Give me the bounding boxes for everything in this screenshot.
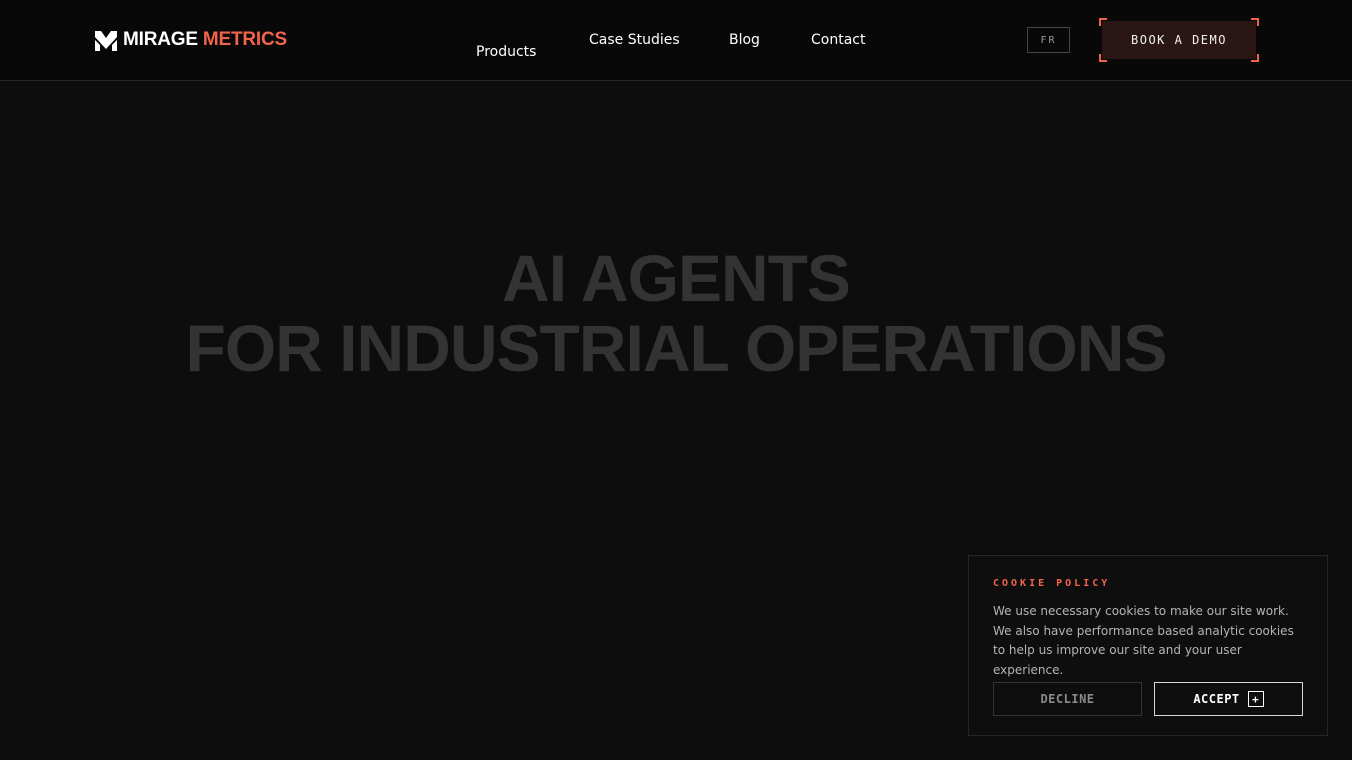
page: MIRAGE METRICS Products Case Studies Blo…: [0, 0, 1352, 760]
logo-link[interactable]: MIRAGE METRICS: [95, 28, 287, 52]
plus-icon: +: [1247, 691, 1264, 707]
hero-title-line-1: AI AGENTS: [502, 241, 851, 315]
cookie-banner-title: COOKIE POLICY: [993, 578, 1111, 589]
book-demo-button[interactable]: BOOK A DEMO: [1102, 21, 1256, 59]
book-demo-frame: BOOK A DEMO: [1099, 18, 1259, 62]
logo-word-metrics: METRICS: [202, 29, 288, 50]
accept-cookies-button[interactable]: ACCEPT +: [1154, 682, 1303, 716]
nav-products[interactable]: Products: [476, 44, 536, 60]
language-switch-button[interactable]: FR: [1027, 27, 1070, 53]
hero-title: AI AGENTS FOR INDUSTRIAL OPERATIONS: [0, 243, 1352, 383]
mirage-m-logo-icon: [95, 31, 117, 51]
logo-wordmark: MIRAGE METRICS: [123, 29, 287, 51]
decline-cookies-button[interactable]: DECLINE: [993, 682, 1142, 716]
decline-label: DECLINE: [1040, 692, 1095, 706]
accept-label: ACCEPT: [1193, 692, 1240, 706]
hero-title-line-2: FOR INDUSTRIAL OPERATIONS: [185, 311, 1168, 385]
nav-case-studies[interactable]: Case Studies: [589, 32, 680, 48]
site-header: MIRAGE METRICS Products Case Studies Blo…: [0, 0, 1352, 81]
nav-contact[interactable]: Contact: [811, 32, 865, 48]
hero-section: AI AGENTS FOR INDUSTRIAL OPERATIONS: [0, 243, 1352, 383]
cookie-banner-text: We use necessary cookies to make our sit…: [993, 604, 1294, 677]
cookie-banner: COOKIE POLICY We use necessary cookies t…: [968, 555, 1328, 736]
logo-word-mirage: MIRAGE: [123, 29, 198, 50]
nav-blog[interactable]: Blog: [729, 32, 760, 48]
